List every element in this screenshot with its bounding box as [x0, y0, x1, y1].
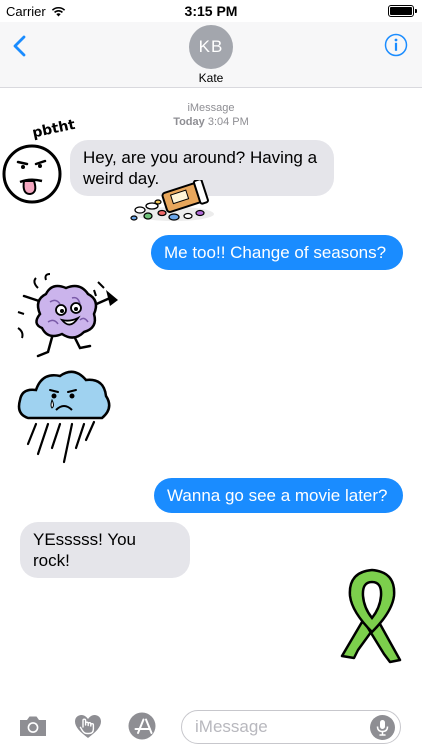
status-time: 3:15 PM — [184, 3, 238, 19]
conversation-header: KB Kate — [0, 22, 422, 88]
green-ribbon-sticker[interactable] — [334, 566, 410, 666]
app-store-icon[interactable] — [126, 711, 158, 741]
microphone-icon[interactable] — [370, 715, 395, 740]
rain-cloud-sticker[interactable] — [14, 364, 114, 466]
battery-icon — [388, 5, 417, 17]
status-bar: Carrier 3:15 PM — [0, 0, 422, 22]
battery-fill — [390, 7, 412, 15]
timestamp-day: Today — [173, 116, 205, 128]
dancing-brain-sticker[interactable] — [14, 272, 124, 364]
message-bubble-outgoing[interactable]: Wanna go see a movie later? — [154, 478, 403, 513]
service-label: iMessage — [187, 102, 235, 114]
message-input[interactable] — [181, 710, 401, 744]
pbtht-caption: pbtht — [31, 118, 77, 142]
digital-touch-icon[interactable] — [72, 711, 104, 741]
camera-icon[interactable] — [17, 711, 49, 741]
chevron-left-icon[interactable] — [10, 34, 32, 58]
message-bubble-outgoing[interactable]: Me too!! Change of seasons? — [151, 235, 403, 270]
info-icon[interactable] — [384, 33, 408, 57]
pbtht-face-sticker[interactable]: pbtht — [0, 118, 80, 210]
microphone-glyph — [376, 720, 389, 736]
spilled-pills-sticker[interactable] — [126, 180, 216, 224]
message-bubble-incoming[interactable]: YEsssss! You rock! — [20, 522, 190, 578]
timestamp-time: 3:04 PM — [207, 116, 249, 128]
message-input-bar — [0, 702, 422, 750]
avatar[interactable]: KB — [189, 25, 233, 69]
contact-name[interactable]: Kate — [0, 71, 422, 85]
